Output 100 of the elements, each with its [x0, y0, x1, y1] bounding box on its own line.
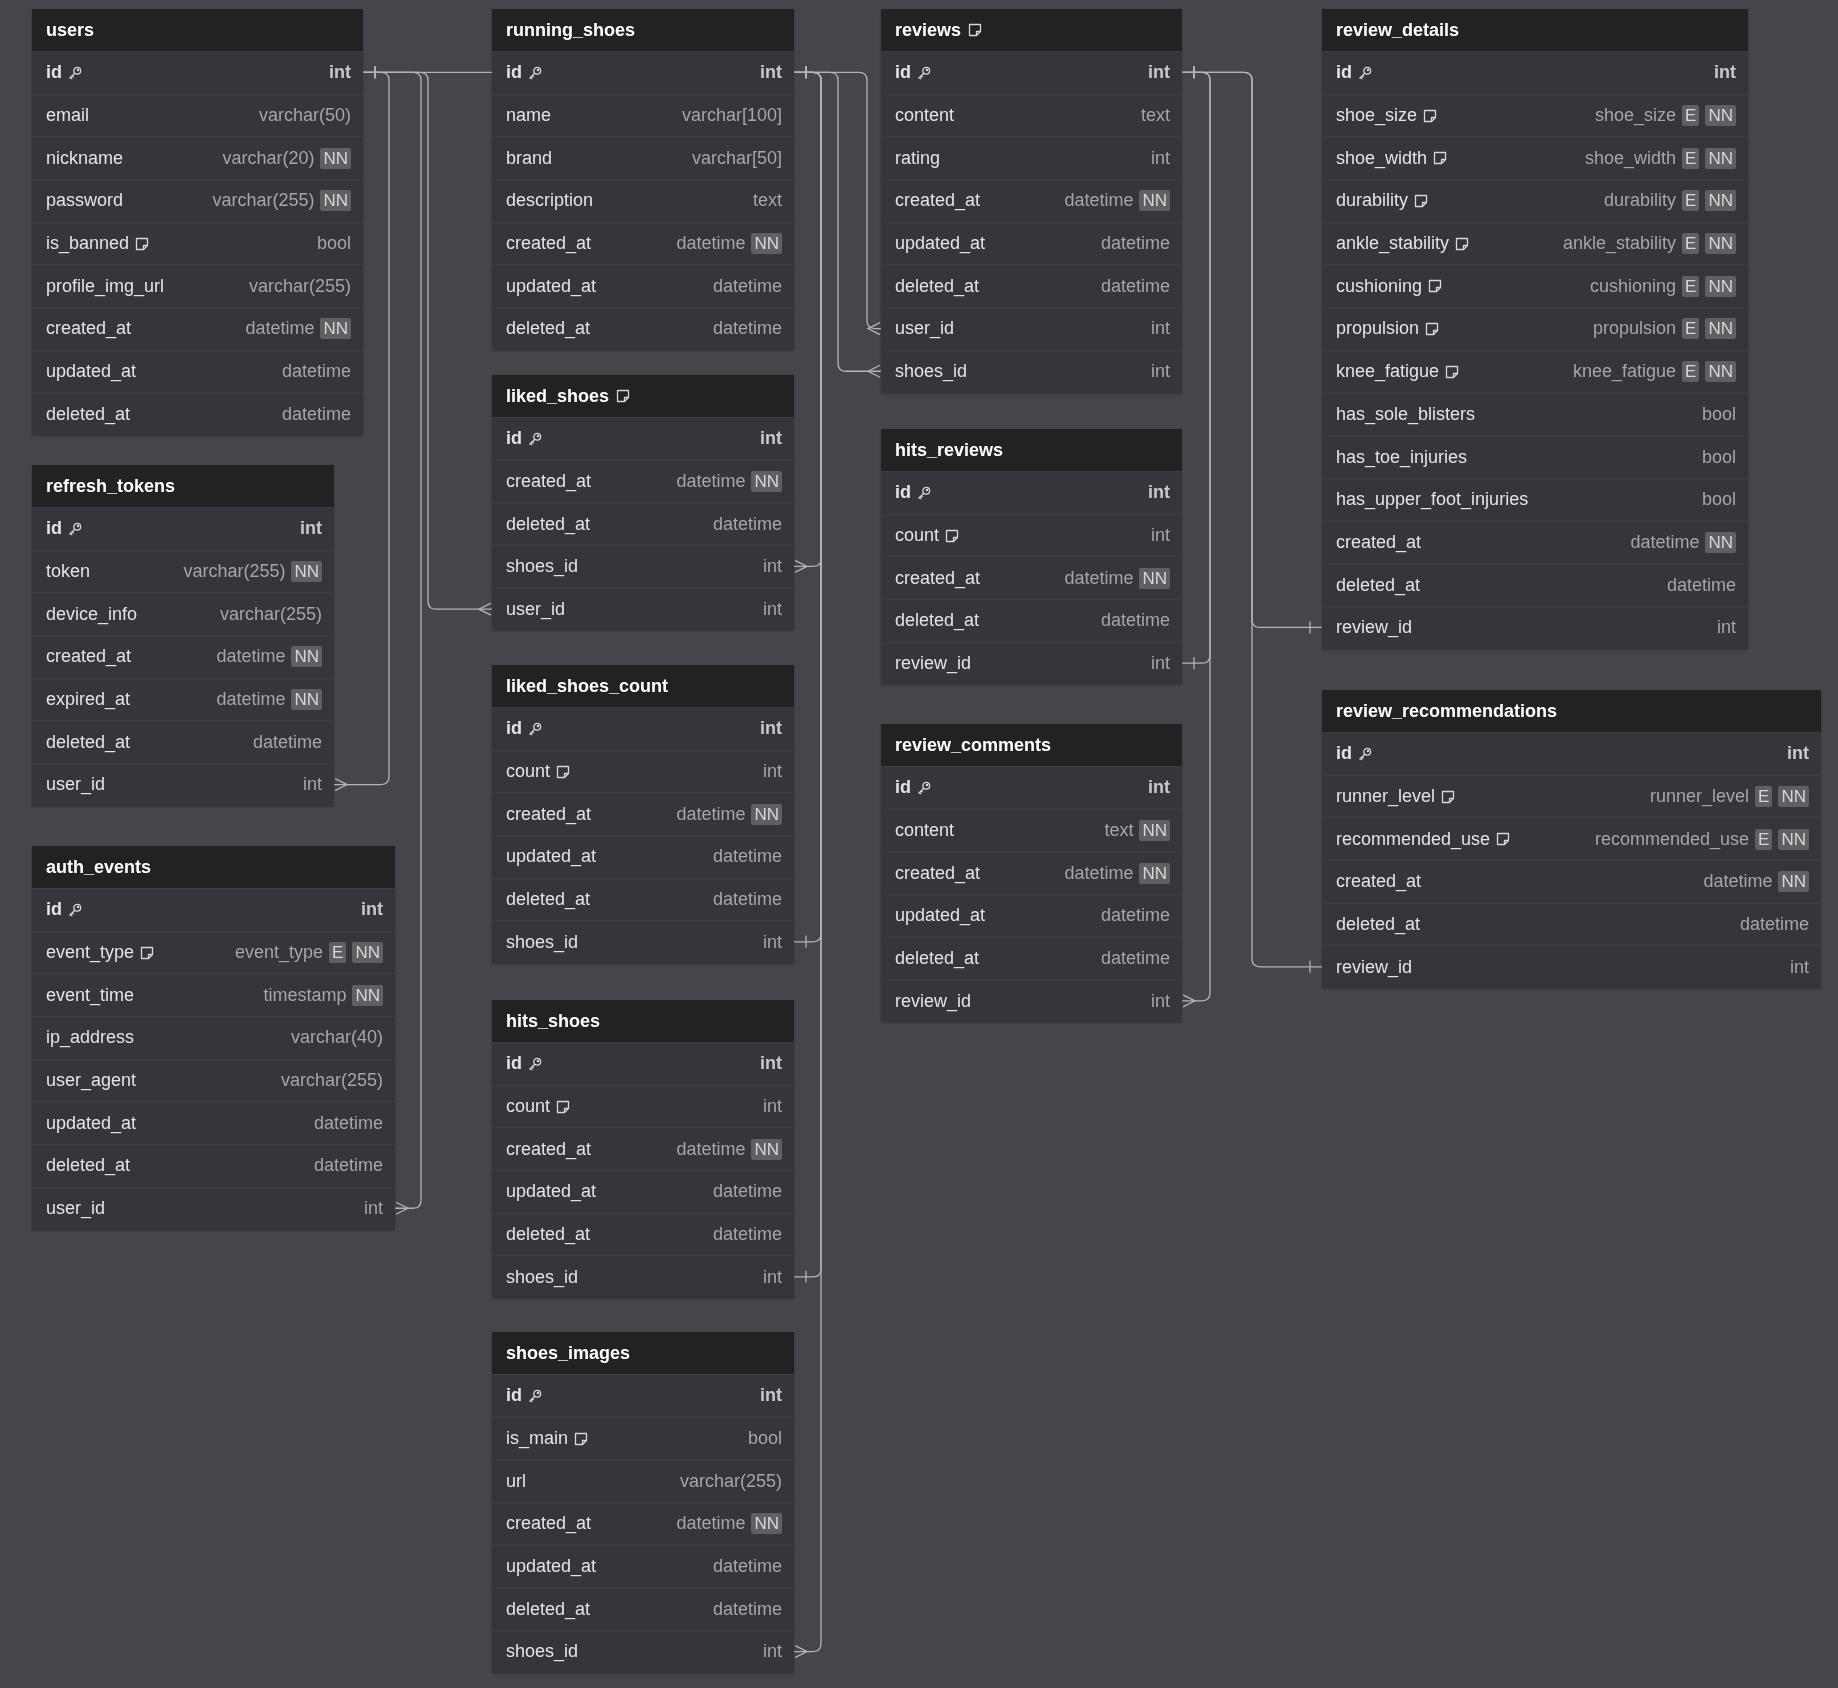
constraint-badge: NN [751, 1513, 782, 1535]
column-type: text [753, 190, 782, 212]
column-name: description [506, 190, 594, 212]
constraint-badge: NN [1139, 820, 1170, 842]
constraint-badge: NN [352, 984, 383, 1006]
column-type: int [303, 774, 322, 796]
column-name: id [506, 1385, 522, 1407]
column-type: varchar(255) [679, 1470, 782, 1492]
constraint-badge: NN [1705, 233, 1736, 255]
constraint-badge: NN [1705, 531, 1736, 553]
column-name: deleted_at [1336, 914, 1421, 936]
column-name: updated_at [506, 275, 597, 297]
table-name: liked_shoes [506, 385, 610, 407]
constraint-badge: NN [291, 646, 322, 668]
column-name: id [46, 518, 62, 540]
column-name: is_banned [46, 233, 130, 255]
constraint-badge: E [329, 942, 347, 964]
column-type: propulsion [1593, 318, 1677, 340]
column-name: durability [1336, 190, 1409, 212]
column-type: varchar(255) [219, 603, 322, 625]
column-type: datetime [281, 361, 351, 383]
constraint-badge: NN [291, 561, 322, 583]
column-name: updated_at [506, 1556, 597, 1578]
column-name: id [506, 718, 522, 740]
constraint-badge: E [1682, 361, 1700, 383]
column-type: int [1148, 777, 1170, 799]
column-name: propulsion [1336, 318, 1420, 340]
column-name: id [506, 62, 522, 84]
column-type: shoe_width [1585, 147, 1677, 169]
constraint-badge: NN [1705, 275, 1736, 297]
column-name: updated_at [895, 905, 986, 927]
column-name: has_sole_blisters [1336, 403, 1476, 425]
constraint-badge: NN [1705, 318, 1736, 340]
column-name: name [506, 105, 552, 127]
column-name: expired_at [46, 689, 131, 711]
column-type: shoe_size [1595, 105, 1677, 127]
column-type: int [1151, 990, 1170, 1012]
column-name: review_id [895, 653, 972, 675]
column-type: datetime [1100, 275, 1170, 297]
column-type: ankle_stability [1563, 233, 1677, 255]
column-name: user_id [895, 318, 955, 340]
column-type: int [1787, 743, 1809, 765]
column-type: datetime [712, 318, 782, 340]
column-name: deleted_at [46, 403, 131, 425]
column-name: user_id [46, 774, 106, 796]
column-name: review_id [895, 990, 972, 1012]
constraint-badge: NN [1778, 786, 1809, 808]
column-type: int [763, 761, 782, 783]
column-name: deleted_at [895, 275, 980, 297]
column-type: recommended_use [1595, 828, 1750, 850]
column-name: updated_at [46, 361, 137, 383]
column-type: datetime [252, 731, 322, 753]
column-type: int [300, 518, 322, 540]
column-type: datetime [676, 803, 746, 825]
column-type: varchar[100] [681, 105, 782, 127]
table-name: review_recommendations [1336, 700, 1558, 722]
column-name: created_at [46, 318, 132, 340]
column-type: datetime [712, 1556, 782, 1578]
column-name: deleted_at [506, 318, 591, 340]
constraint-badge: NN [1705, 105, 1736, 127]
constraint-badge: E [1682, 233, 1700, 255]
column-name: deleted_at [506, 513, 591, 535]
column-type: datetime [1064, 190, 1134, 212]
column-name: deleted_at [506, 889, 591, 911]
column-type: datetime [1064, 862, 1134, 884]
column-type: int [760, 62, 782, 84]
constraint-badge: NN [1705, 190, 1736, 212]
column-type: int [763, 931, 782, 953]
column-name: nickname [46, 147, 124, 169]
column-type: int [329, 62, 351, 84]
column-type: int [1151, 361, 1170, 383]
constraint-badge: E [1682, 275, 1700, 297]
column-name: created_at [506, 233, 592, 255]
column-type: datetime [281, 403, 351, 425]
table-name: users [46, 19, 95, 41]
column-name: url [506, 1470, 526, 1492]
column-type: int [1717, 617, 1736, 639]
column-type: datetime [712, 1224, 782, 1246]
column-type: datetime [1100, 233, 1170, 255]
column-name: created_at [1336, 871, 1422, 893]
column-name: ankle_stability [1336, 233, 1450, 255]
column-type: bool [747, 1428, 782, 1450]
column-name: created_at [506, 803, 592, 825]
column-name: deleted_at [1336, 574, 1421, 596]
column-name: runner_level [1336, 786, 1436, 808]
column-type: datetime [1666, 574, 1736, 596]
constraint-badge: NN [1705, 361, 1736, 383]
column-name: password [46, 190, 124, 212]
column-name: created_at [895, 862, 981, 884]
column-type: int [1148, 482, 1170, 504]
column-name: updated_at [895, 233, 986, 255]
column-name: updated_at [46, 1112, 137, 1134]
column-type: datetime [712, 846, 782, 868]
column-type: durability [1604, 190, 1677, 212]
column-name: cushioning [1336, 275, 1423, 297]
column-name: deleted_at [46, 731, 131, 753]
table-name: reviews [895, 19, 962, 41]
constraint-badge: NN [352, 942, 383, 964]
column-type: text [1141, 105, 1170, 127]
column-type: int [763, 1641, 782, 1663]
